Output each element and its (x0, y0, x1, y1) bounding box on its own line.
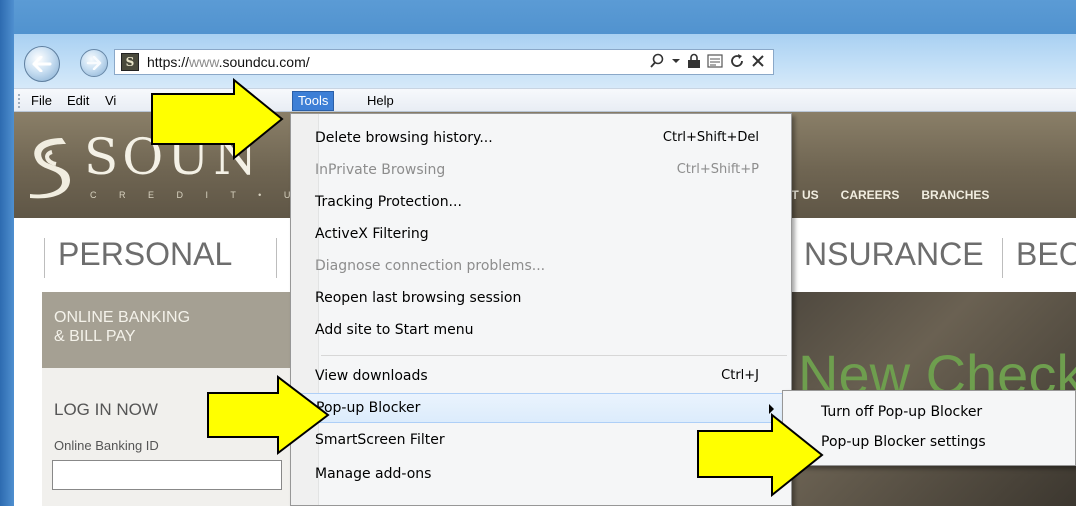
menu-item-inprivate-browsing: InPrivate Browsing Ctrl+Shift+P (293, 156, 789, 186)
menu-edit[interactable]: Edit (62, 92, 94, 110)
popup-blocker-submenu: Turn off Pop-up Blocker Pop-up Blocker s… (782, 390, 1076, 466)
menu-item-tracking-protection[interactable]: Tracking Protection... (293, 188, 789, 218)
window-frame (0, 0, 14, 506)
menu-item-label: Reopen last browsing session (315, 290, 522, 306)
menu-help[interactable]: Help (362, 92, 399, 110)
menu-item-label: Pop-up Blocker settings (821, 434, 986, 450)
online-banking-label: ONLINE BANKING & BILL PAY (54, 309, 191, 345)
online-banking-box[interactable]: ONLINE BANKING & BILL PAY (42, 292, 292, 368)
forward-button[interactable] (80, 49, 108, 77)
menu-item-shortcut: Ctrl+J (721, 368, 759, 383)
link-branches[interactable]: BRANCHES (921, 188, 989, 202)
site-top-links: ACT US CAREERS BRANCHES (774, 188, 989, 202)
menu-item-label: InPrivate Browsing (315, 162, 446, 178)
online-banking-id-label: Online Banking ID (54, 438, 159, 453)
sound-logo-icon (30, 138, 70, 199)
address-bar[interactable]: S https://www.soundcu.com/ (114, 49, 774, 75)
menu-item-label: Manage add-ons (315, 466, 432, 482)
back-button[interactable] (24, 46, 60, 82)
menu-item-add-site-to-start[interactable]: Add site to Start menu (293, 316, 789, 346)
annotation-arrow-tools (151, 78, 284, 160)
url-text[interactable]: https://www.soundcu.com/ (147, 54, 310, 70)
annotation-arrow-popup-settings (697, 413, 824, 497)
section-divider (276, 238, 277, 278)
menu-item-shortcut: Ctrl+Shift+Del (662, 130, 759, 145)
menu-item-label: Tracking Protection... (315, 194, 462, 210)
menu-item-label: Add site to Start menu (315, 322, 474, 338)
section-divider (44, 238, 45, 278)
section-become[interactable]: BEC (1016, 236, 1076, 273)
url-domain: .soundcu.com/ (218, 54, 310, 70)
menu-item-turn-off-popup-blocker[interactable]: Turn off Pop-up Blocker (785, 399, 1073, 427)
url-subdomain: www (189, 54, 219, 70)
menu-item-diagnose-connection: Diagnose connection problems... (293, 252, 789, 282)
menu-separator (321, 355, 787, 356)
menu-view[interactable]: Vi (100, 92, 121, 110)
menu-item-label: Turn off Pop-up Blocker (821, 404, 983, 420)
url-protocol: https:// (147, 54, 190, 70)
link-careers[interactable]: CAREERS (841, 188, 900, 202)
menu-item-activex-filtering[interactable]: ActiveX Filtering (293, 220, 789, 250)
menu-item-delete-browsing-history[interactable]: Delete browsing history... Ctrl+Shift+De… (293, 124, 789, 154)
menu-item-popup-blocker-settings[interactable]: Pop-up Blocker settings (785, 429, 1073, 457)
menu-item-label: Delete browsing history... (315, 130, 493, 146)
annotation-arrow-popup-blocker (207, 375, 330, 456)
dropdown-icon[interactable] (671, 56, 681, 66)
forward-arrow-icon (86, 56, 102, 70)
section-divider (1002, 238, 1003, 278)
menu-item-view-downloads[interactable]: View downloads Ctrl+J (293, 362, 789, 392)
menu-grip[interactable] (18, 93, 20, 109)
menu-item-shortcut: Ctrl+Shift+P (676, 162, 759, 177)
compat-icon[interactable] (707, 53, 723, 69)
site-favicon-icon: S (121, 53, 139, 71)
back-arrow-icon (32, 56, 52, 72)
stop-icon[interactable] (751, 54, 765, 68)
refresh-icon[interactable] (729, 53, 745, 69)
lock-icon[interactable] (687, 53, 701, 69)
search-icon[interactable] (649, 53, 665, 69)
section-insurance[interactable]: NSURANCE (804, 236, 984, 273)
address-bar-icons (649, 53, 765, 69)
online-banking-id-input[interactable] (52, 460, 282, 490)
menu-item-label: SmartScreen Filter (315, 432, 445, 448)
login-title: LOG IN NOW (54, 400, 158, 419)
menu-item-label: ActiveX Filtering (315, 226, 429, 242)
menu-file[interactable]: File (26, 92, 57, 110)
menu-tools[interactable]: Tools (292, 91, 335, 111)
menu-item-reopen-last-session[interactable]: Reopen last browsing session (293, 284, 789, 314)
menu-item-label: Diagnose connection problems... (315, 258, 546, 274)
section-personal[interactable]: PERSONAL (58, 236, 232, 273)
